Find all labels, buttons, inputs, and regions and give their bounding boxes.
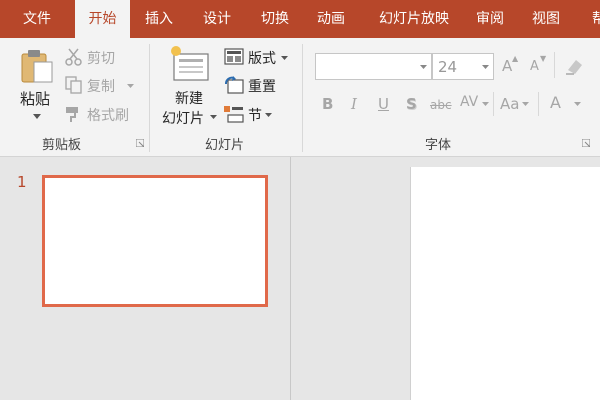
dialog-launcher-icon[interactable]	[136, 139, 144, 147]
clipboard-icon	[21, 50, 53, 83]
toolbar-separator	[493, 92, 494, 116]
italic-button[interactable]: I	[351, 95, 357, 113]
paste-label: 粘贴	[20, 90, 51, 108]
brush-icon	[66, 107, 78, 122]
tab-slideshow[interactable]: 幻灯片放映	[365, 0, 463, 38]
new-slide-label-line1: 新建	[175, 91, 203, 107]
group-divider	[302, 44, 303, 152]
caret-up-icon: ▲	[512, 54, 519, 63]
chevron-down-icon	[127, 84, 134, 88]
clipboard-group-label: 剪贴板	[42, 138, 82, 153]
chevron-down-icon	[33, 114, 41, 119]
tab-review[interactable]: 审阅	[468, 0, 512, 38]
copy-label: 复制	[87, 79, 115, 95]
slide-canvas[interactable]	[410, 167, 600, 400]
caret-down-icon: ▼	[540, 54, 547, 63]
toolbar-separator	[538, 92, 539, 116]
format-painter-label: 格式刷	[87, 108, 129, 124]
new-slide-icon	[171, 46, 209, 81]
slide-number: 1	[17, 173, 27, 191]
chevron-down-icon	[574, 102, 581, 106]
tab-design[interactable]: 设计	[193, 0, 241, 38]
dialog-launcher-icon[interactable]	[582, 139, 590, 147]
chevron-down-icon	[281, 56, 288, 60]
font-color-icon: A	[550, 93, 561, 112]
tab-help[interactable]: 帮	[584, 0, 600, 38]
chevron-down-icon	[522, 102, 529, 106]
scissors-icon	[65, 48, 82, 66]
chevron-down-icon	[210, 115, 217, 119]
tab-view[interactable]: 视图	[524, 0, 568, 38]
slides-group-label: 幻灯片	[205, 138, 245, 153]
text-shadow-button[interactable]: S	[406, 95, 417, 113]
toolbar-separator	[554, 52, 555, 78]
chevron-down-icon	[265, 113, 272, 117]
cut-label: 剪切	[87, 51, 115, 67]
chevron-down-icon	[482, 65, 489, 69]
section-icon	[224, 106, 244, 123]
grow-font-icon: A	[502, 57, 513, 75]
tab-file[interactable]: 文件	[10, 0, 64, 38]
ribbon-tab-bar: 文件 开始 插入 设计 切换 动画 幻灯片放映 审阅 视图 帮	[0, 0, 600, 38]
ribbon-home: 粘贴 剪切 复制 格式刷 剪贴板 新建 幻灯片 版式 重置 节 幻灯片 24 A…	[0, 38, 600, 157]
tab-animations[interactable]: 动画	[307, 0, 355, 38]
underline-button[interactable]: U	[378, 95, 389, 113]
bold-button[interactable]: B	[322, 95, 333, 113]
strikethrough-button[interactable]: abc	[430, 98, 452, 112]
shrink-font-icon: A	[530, 59, 539, 74]
new-slide-label-line2: 幻灯片	[162, 111, 204, 127]
chevron-down-icon	[420, 65, 427, 69]
layout-icon	[224, 48, 244, 65]
font-size-combobox[interactable]: 24	[432, 53, 494, 80]
tab-transitions[interactable]: 切换	[251, 0, 299, 38]
reset-icon	[225, 76, 244, 94]
change-case-icon: Aa	[500, 95, 520, 113]
font-size-value: 24	[438, 58, 458, 76]
slide-thumbnail[interactable]	[42, 175, 268, 307]
font-name-combobox[interactable]	[315, 53, 432, 80]
font-group-label: 字体	[425, 138, 452, 153]
chevron-down-icon	[482, 102, 489, 106]
character-spacing-icon: AV	[460, 94, 479, 110]
tab-home[interactable]: 开始	[75, 0, 130, 38]
layout-label: 版式	[248, 51, 276, 67]
reset-label: 重置	[248, 79, 276, 95]
clear-formatting-icon[interactable]	[564, 56, 584, 76]
section-label: 节	[248, 108, 262, 124]
tab-insert[interactable]: 插入	[135, 0, 183, 38]
group-divider	[149, 44, 150, 152]
copy-icon	[65, 76, 82, 94]
